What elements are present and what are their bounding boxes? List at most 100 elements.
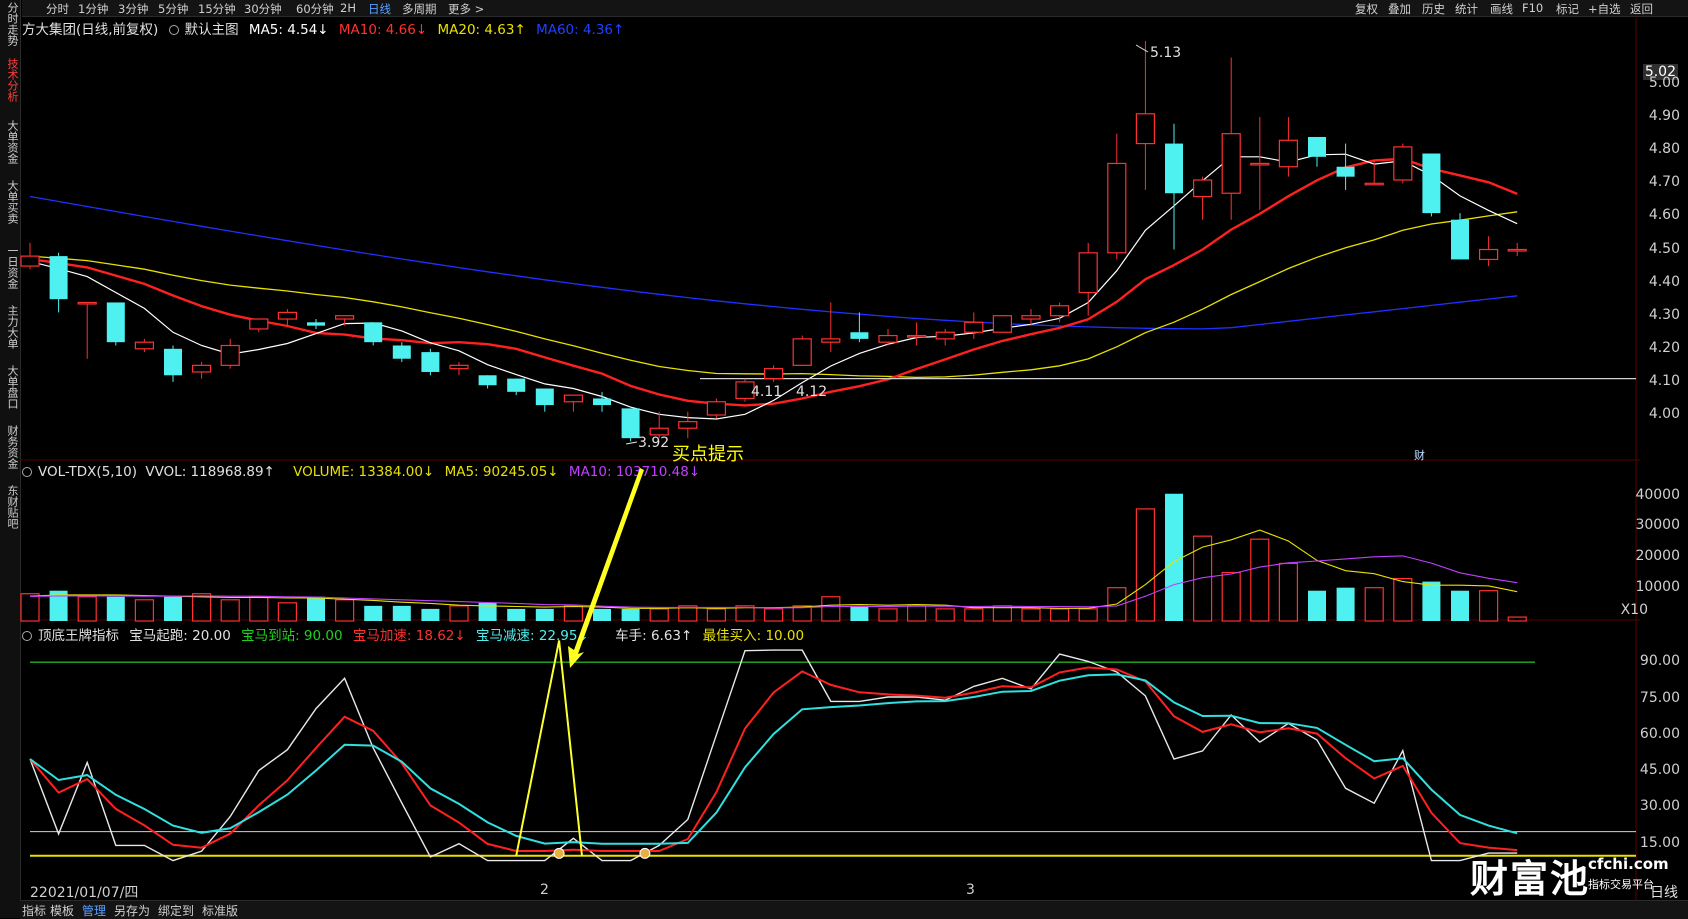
candle-body xyxy=(1250,162,1270,166)
bottom-tab-2[interactable]: 管理 xyxy=(82,902,106,919)
signal-coin-icon xyxy=(639,847,651,859)
bottom-tab-4[interactable]: 绑定到 xyxy=(158,902,194,919)
watermark-url: cfchi.com xyxy=(1588,855,1669,873)
volume-bar xyxy=(1221,571,1241,622)
date-label-month3: 3 xyxy=(966,882,975,898)
volume-bar xyxy=(1336,587,1355,621)
volume-bar xyxy=(507,608,526,621)
volume-bar xyxy=(20,593,40,622)
candle-body xyxy=(1364,182,1384,186)
volume-bar xyxy=(77,596,97,622)
price-tick: 4.50 xyxy=(1648,240,1680,257)
volume-bar xyxy=(1078,608,1098,622)
candle-body xyxy=(449,364,469,370)
price-tick: 4.40 xyxy=(1648,273,1680,290)
volume-bar xyxy=(392,605,411,621)
volume-bar xyxy=(906,605,927,622)
mid-left-label: 4.11 xyxy=(751,384,782,400)
candle-body xyxy=(1221,133,1241,194)
bottom-toolbar: 指标 模板 管理 另存为 绑定到 标准版 xyxy=(20,900,1688,919)
candle-body xyxy=(1021,315,1041,320)
candle-body xyxy=(106,302,125,343)
candle-body xyxy=(1507,248,1527,252)
candle-body xyxy=(1049,305,1070,317)
candle-body xyxy=(964,321,984,333)
candle-body xyxy=(906,334,927,338)
candle-body xyxy=(850,332,869,339)
candle-body xyxy=(249,318,269,330)
candle-body xyxy=(277,311,297,320)
candle-body xyxy=(535,388,554,406)
watermark-slogan: 指标交易平台 xyxy=(1588,878,1654,891)
date-label-start: 22021/01/07/四 xyxy=(30,885,139,901)
volume-bar xyxy=(1393,577,1413,622)
volume-bar xyxy=(1364,587,1384,622)
volume-bar xyxy=(1478,590,1499,622)
volume-bar xyxy=(535,608,554,621)
bottom-tab-1[interactable]: 模板 xyxy=(50,902,74,919)
price-tick: 4.70 xyxy=(1648,174,1680,191)
candle-body xyxy=(763,368,784,380)
candle-body xyxy=(478,375,497,386)
candle-body xyxy=(563,394,584,403)
candle-body xyxy=(220,344,240,366)
indicator-tick: 90.00 xyxy=(1639,653,1680,670)
indicator-tick: 45.00 xyxy=(1639,762,1680,779)
candle-body xyxy=(1308,136,1326,157)
candle-body xyxy=(1393,146,1413,181)
bottom-tab-5[interactable]: 标准版 xyxy=(202,902,238,919)
volume-bar xyxy=(706,608,727,622)
volume-tick: 20000 xyxy=(1635,548,1680,564)
bottom-tab-3[interactable]: 另存为 xyxy=(114,902,150,919)
candle-body xyxy=(935,331,955,340)
volume-bar xyxy=(307,596,325,621)
volume-bar xyxy=(1308,590,1326,621)
indicator-tick: 75.00 xyxy=(1639,689,1680,706)
candle-body xyxy=(1135,113,1156,145)
candle-body xyxy=(1336,166,1355,177)
volume-bar xyxy=(878,608,898,622)
volume-bar xyxy=(277,602,297,622)
cai-marker: 财 xyxy=(1414,448,1425,462)
volume-tick: 10000 xyxy=(1635,579,1680,595)
indicator-tick: 30.00 xyxy=(1639,798,1680,815)
kline-chart-svg[interactable]: 5.13 3.92 4.11 4.12 买点提示 财 xyxy=(0,0,1688,918)
candle-body xyxy=(335,315,355,320)
volume-bar xyxy=(621,608,640,621)
candle-body xyxy=(1078,252,1098,294)
period-corner-label: 日线 xyxy=(1650,885,1678,901)
volume-bar xyxy=(335,599,355,622)
candle-body xyxy=(49,256,68,300)
candle-body xyxy=(593,398,611,406)
candle-body xyxy=(1422,153,1441,214)
candle-body xyxy=(821,338,841,343)
candle-body xyxy=(1478,248,1499,261)
volume-tick: X10 xyxy=(1620,602,1648,618)
volume-bar xyxy=(563,605,584,622)
volume-bar xyxy=(850,605,869,621)
price-tick: 5.00 xyxy=(1648,75,1680,91)
buy-arrow xyxy=(568,468,644,668)
volume-bar xyxy=(964,608,984,622)
volume-tick: 40000 xyxy=(1635,487,1680,503)
volume-bar xyxy=(1135,508,1156,622)
candle-body xyxy=(706,401,727,416)
volume-bar xyxy=(649,608,669,622)
candle-body xyxy=(878,334,898,343)
volume-bar xyxy=(134,599,154,622)
low-price-label: 3.92 xyxy=(638,435,669,451)
watermark-brand: 财富池 xyxy=(1470,857,1591,901)
candle-body xyxy=(621,408,640,439)
volume-bar xyxy=(1422,581,1441,621)
candle-body xyxy=(392,345,411,359)
candle-body xyxy=(1192,179,1213,198)
mid-right-label: 4.12 xyxy=(796,384,827,400)
candle-body xyxy=(192,364,212,373)
candle-body xyxy=(678,421,698,429)
indicator-tick: 60.00 xyxy=(1639,725,1680,742)
volume-bar xyxy=(1278,562,1299,622)
bottom-tab-0[interactable]: 指标 xyxy=(22,902,46,919)
volume-bar xyxy=(1192,535,1213,622)
ma20-line xyxy=(29,211,1518,379)
candle-body xyxy=(1278,139,1299,168)
